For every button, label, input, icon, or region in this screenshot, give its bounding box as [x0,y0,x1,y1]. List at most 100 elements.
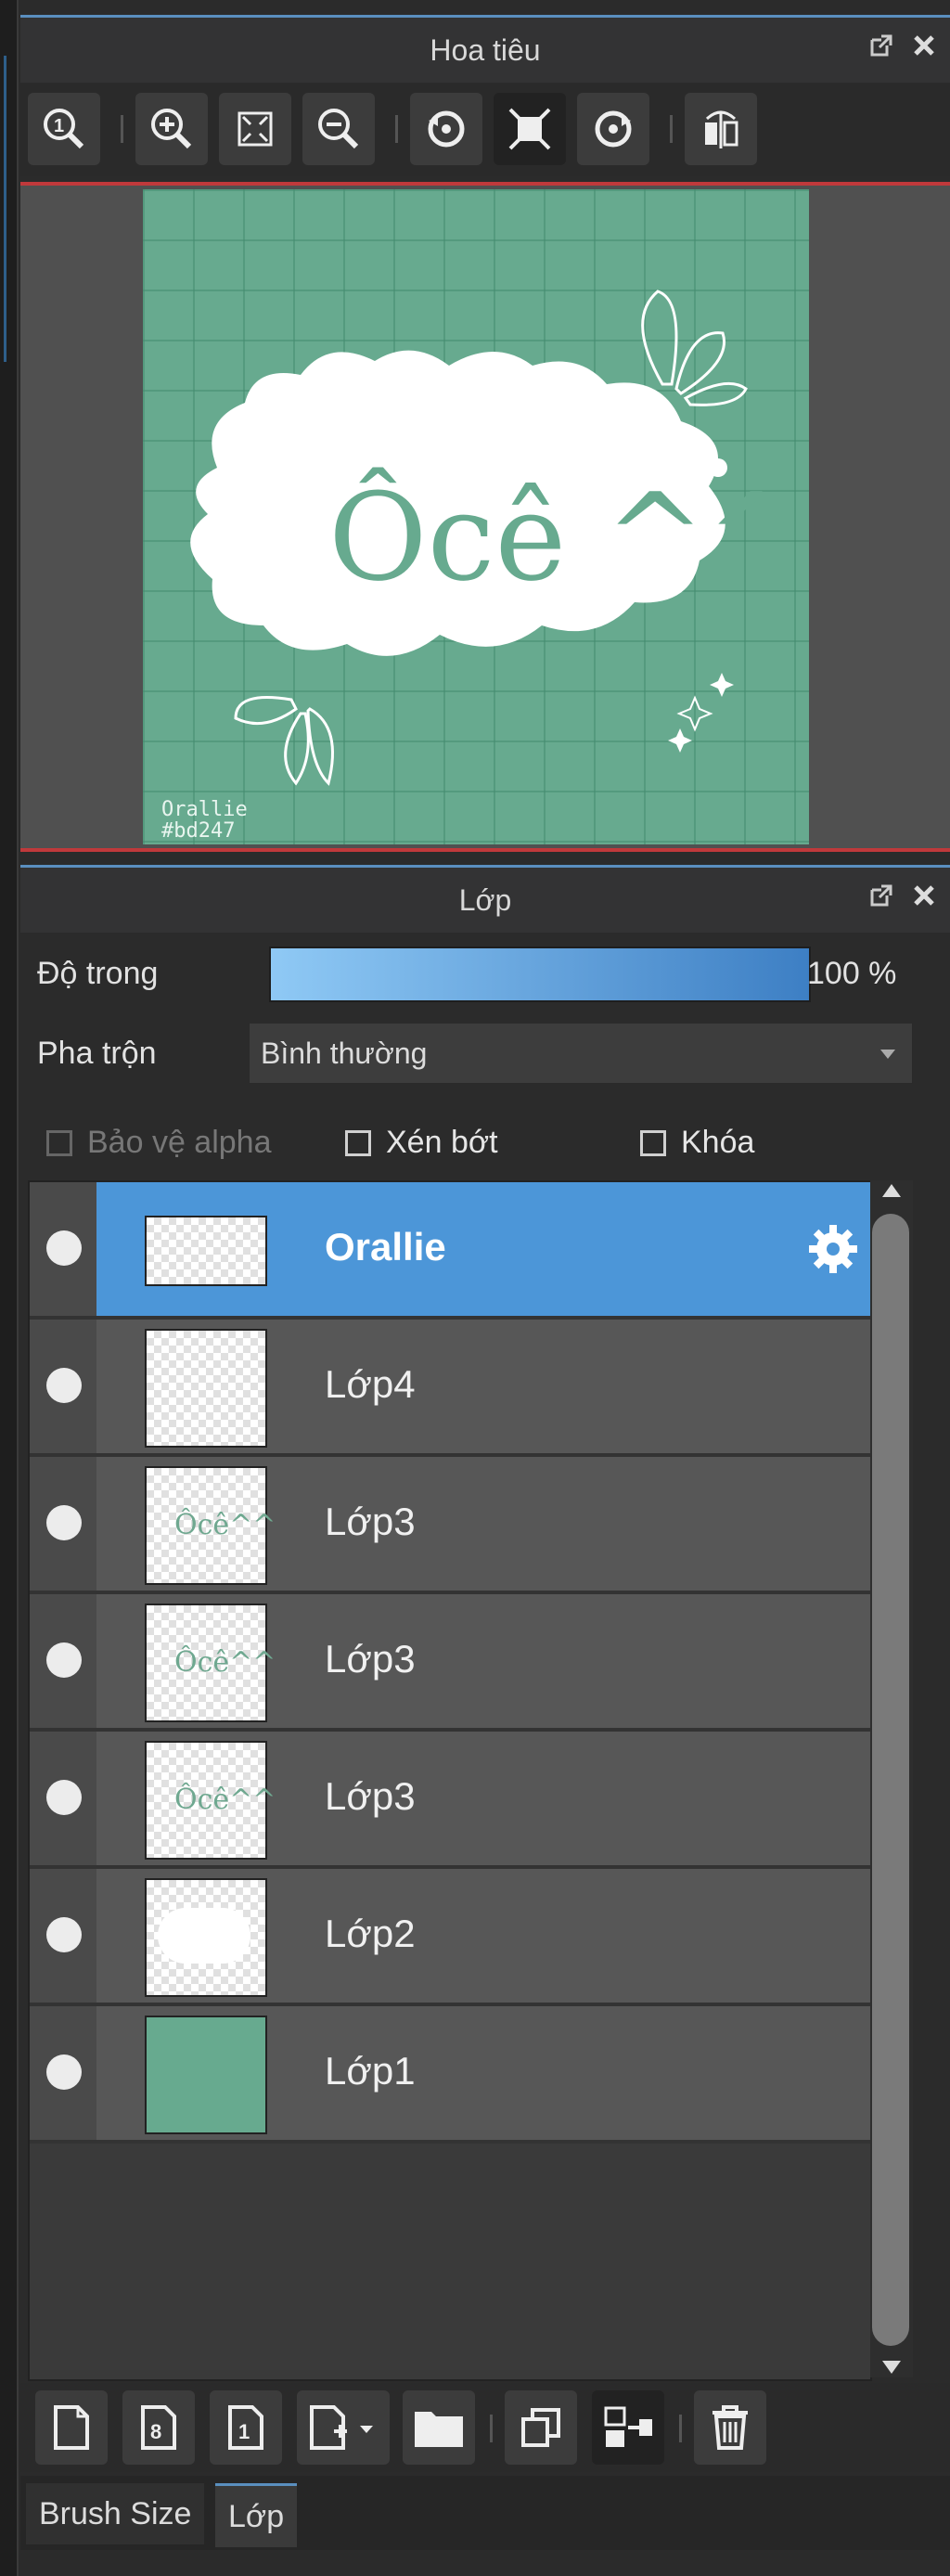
blend-mode-value: Bình thường [261,1037,428,1070]
opacity-slider[interactable] [269,947,811,1002]
new-folder-button[interactable] [403,2390,475,2465]
rotate-right-button[interactable] [577,93,649,165]
tab-label: Brush Size [39,2495,192,2531]
chevron-down-icon [880,1050,895,1059]
protect-alpha-checkbox[interactable]: Bảo vệ alpha [46,1125,272,1161]
svg-text:1: 1 [238,2420,250,2443]
artwork-title-text: Ôcê ^^ [328,467,807,608]
close-icon[interactable] [911,882,937,908]
layer-list-scrollbar[interactable] [870,1180,913,2377]
visibility-toggle[interactable] [46,1642,82,1678]
svg-text:1: 1 [54,116,64,136]
checkbox-box [640,1129,666,1156]
navigator-preview[interactable]: Ôcê ^^ Orallie #bd247 [20,182,950,852]
layer-thumbnail: Ôcê^^ [145,1466,276,1585]
zoom-in-icon [151,109,192,149]
new-1bit-layer-button[interactable]: 1 [210,2390,282,2465]
flip-horizontal-icon [705,110,738,148]
gear-icon[interactable] [805,1221,861,1277]
tab-layer[interactable]: Lớp [215,2483,298,2547]
layer-name: Lớp3 [325,1774,416,1818]
duplicate-icon [521,2408,560,2447]
layer-thumbnail [145,1216,267,1286]
blend-mode-select[interactable]: Bình thường [249,1023,913,1084]
layer-row-lop4[interactable]: Lớp4 [30,1320,870,1457]
visibility-toggle[interactable] [46,2054,82,2090]
checkbox-box [46,1129,72,1156]
visibility-toggle[interactable] [46,1917,82,1952]
folder-icon [415,2412,463,2447]
opacity-row: Độ trong 100 % [20,934,950,1008]
visibility-toggle[interactable] [46,1230,82,1266]
rotate-right-icon [595,110,632,148]
checkbox-box [345,1129,371,1156]
tab-brush-size[interactable]: Brush Size [26,2483,205,2544]
visibility-toggle[interactable] [46,1368,82,1403]
protect-alpha-label: Bảo vệ alpha [87,1125,272,1160]
zoom-1-icon: 1 [44,109,84,149]
bottom-tab-bar: Brush Size Lớp [20,2476,950,2550]
delete-layer-button[interactable] [694,2390,766,2465]
zoom-out-button[interactable] [302,93,375,165]
layer-thumbnail: Ôcê^^ [145,1604,276,1722]
visibility-toggle[interactable] [46,1505,82,1540]
new-page-icon [54,2405,89,2450]
new-8bit-layer-button[interactable]: 8 [122,2390,195,2465]
layer-row-lop3[interactable]: Ôcê^^ Lớp3 [30,1732,870,1869]
rotate-left-button[interactable] [410,93,482,165]
rotate-left-icon [428,110,465,148]
lock-checkbox[interactable]: Khóa [640,1125,754,1161]
layer-name: Lớp3 [325,1500,416,1543]
clipping-label: Xén bớt [386,1125,498,1160]
layer-name: Lớp1 [325,2049,416,2093]
opacity-value: 100 % [807,956,897,991]
layer-toolbar: 8 1 [20,2383,950,2472]
layer-row-lop3[interactable]: Ôcê^^ Lớp3 [30,1594,870,1732]
layer-list: Orallie Lớp4 Ôcê^^ Lớp3 Ôcê^^ Lớp3 Ôcê^^… [28,1180,872,2381]
navigator-title: Hoa tiêu [430,32,541,67]
svg-text:8: 8 [150,2420,161,2443]
artwork-hex-code: #bd247 [161,819,235,843]
layer-panel-title: Lớp [458,882,512,917]
popout-icon[interactable] [868,32,894,58]
layer-name: Orallie [325,1225,446,1269]
popout-icon[interactable] [868,882,894,908]
close-icon[interactable] [911,32,937,58]
flip-horizontal-button[interactable] [685,93,757,165]
add-layer-dropdown-icon [310,2405,373,2450]
clipping-checkbox[interactable]: Xén bớt [345,1125,498,1161]
layer-row-lop3[interactable]: Ôcê^^ Lớp3 [30,1457,870,1594]
zoom-in-button[interactable] [135,93,208,165]
zoom-actual-size-button[interactable]: 1 [28,93,100,165]
navigator-toolbar: 1 [20,84,950,176]
layer-row-orallie[interactable]: Orallie [30,1182,870,1320]
layer-thumbnail [145,1878,267,1997]
reset-view-icon [508,108,551,150]
fit-to-window-button[interactable] [219,93,291,165]
left-panel-edge [0,0,19,2576]
zoom-out-icon [318,109,359,149]
opacity-label: Độ trong [37,956,159,991]
layer-row-lop2[interactable]: Lớp2 [30,1869,870,2006]
layer-thumbnail: Ôcê^^ [145,1741,276,1860]
blend-mode-label: Pha trộn [37,1036,157,1071]
layer-1bit-icon: 1 [228,2405,263,2450]
reset-view-button[interactable] [494,93,566,165]
add-layer-menu-button[interactable] [297,2390,390,2465]
layer-row-lop1[interactable]: Lớp1 [30,2006,870,2144]
scroll-thumb[interactable] [872,1214,909,2346]
merge-layer-button[interactable] [592,2390,664,2465]
scroll-down-icon[interactable] [882,2361,901,2374]
scroll-up-icon[interactable] [882,1184,901,1197]
layer-thumbnail [145,2016,267,2134]
layer-thumbnail [145,1329,267,1448]
duplicate-layer-button[interactable] [505,2390,577,2465]
layer-name: Lớp3 [325,1637,416,1681]
layer-8bit-icon: 8 [141,2405,176,2450]
canvas-preview: Ôcê ^^ Orallie #bd247 [143,189,809,844]
new-layer-button[interactable] [35,2390,108,2465]
visibility-toggle[interactable] [46,1780,82,1815]
lock-label: Khóa [681,1125,755,1160]
merge-down-icon [604,2406,652,2447]
layer-panel-header: Lớp [20,865,950,933]
